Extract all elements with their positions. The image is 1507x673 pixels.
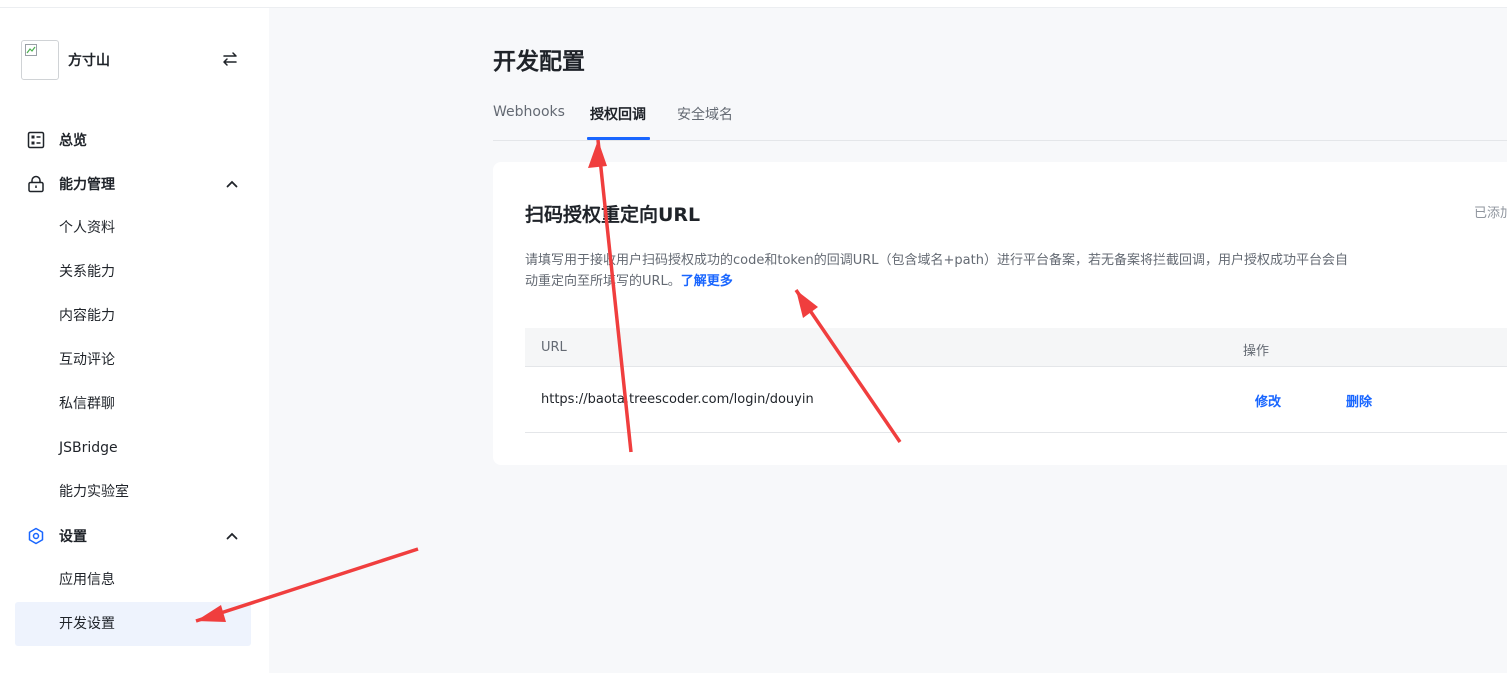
tab-webhooks[interactable]: Webhooks xyxy=(493,104,565,120)
app-name: 方寸山 xyxy=(68,53,110,69)
switch-arrows-icon[interactable] xyxy=(221,50,239,68)
top-bar xyxy=(0,0,1507,8)
table-row: https://baota.treescoder.com/login/douyi… xyxy=(525,367,1507,433)
sidebar-item-comment[interactable]: 互动评论 xyxy=(15,338,251,382)
redirect-url-card: 扫码授权重定向URL 已添加 请填写用于接收用户扫码授权成功的code和toke… xyxy=(493,162,1507,465)
learn-more-link[interactable]: 了解更多 xyxy=(681,274,733,289)
sidebar-item-app-info[interactable]: 应用信息 xyxy=(15,558,251,602)
sidebar-item-dev-settings[interactable]: 开发设置 xyxy=(15,602,251,646)
lock-icon xyxy=(27,175,45,193)
app-header: 方寸山 xyxy=(21,40,251,80)
description-text: 请填写用于接收用户扫码授权成功的code和token的回调URL（包含域名+pa… xyxy=(525,253,1348,289)
table-header: URL 操作 xyxy=(525,328,1507,367)
column-header-url: URL xyxy=(541,340,567,355)
sidebar-item-jsbridge[interactable]: JSBridge xyxy=(15,426,251,470)
sidebar-item-relation[interactable]: 关系能力 xyxy=(15,250,251,294)
broken-image-icon xyxy=(25,44,37,56)
app-logo xyxy=(21,40,59,80)
chevron-up-icon[interactable] xyxy=(225,529,239,543)
card-title: 扫码授权重定向URL xyxy=(525,204,701,226)
hexagon-settings-icon xyxy=(27,527,45,545)
card-description: 请填写用于接收用户扫码授权成功的code和token的回调URL（包含域名+pa… xyxy=(525,250,1360,292)
sidebar-item-message[interactable]: 私信群聊 xyxy=(15,382,251,426)
added-status-text: 已添加 xyxy=(1474,206,1507,221)
sidebar-item-content[interactable]: 内容能力 xyxy=(15,294,251,338)
column-header-actions: 操作 xyxy=(1243,344,1270,359)
sidebar-item-lab[interactable]: 能力实验室 xyxy=(15,470,251,514)
tab-auth-callback[interactable]: 授权回调 xyxy=(590,104,646,124)
dashboard-icon xyxy=(27,131,45,149)
delete-button[interactable]: 删除 xyxy=(1346,391,1372,410)
active-tab-indicator xyxy=(587,137,650,140)
edit-button[interactable]: 修改 xyxy=(1255,391,1281,410)
sidebar-nav: 总览 能力管理 个人资料 关系能力 内容能力 互动评论 私信群聊 JSBridg… xyxy=(15,118,251,646)
nav-group-capability[interactable]: 能力管理 xyxy=(15,162,251,206)
sidebar-item-profile[interactable]: 个人资料 xyxy=(15,206,251,250)
nav-group-overview[interactable]: 总览 xyxy=(15,118,251,162)
page-title: 开发配置 xyxy=(493,49,585,75)
nav-group-label: 设置 xyxy=(59,529,87,545)
nav-group-label: 能力管理 xyxy=(59,177,115,193)
tab-bar: Webhooks 授权回调 安全域名 xyxy=(493,96,1507,141)
url-cell: https://baota.treescoder.com/login/douyi… xyxy=(541,392,814,407)
chevron-up-icon[interactable] xyxy=(225,177,239,191)
nav-group-label: 总览 xyxy=(59,133,87,149)
nav-group-settings[interactable]: 设置 xyxy=(15,514,251,558)
tab-safe-domain[interactable]: 安全域名 xyxy=(677,104,733,124)
